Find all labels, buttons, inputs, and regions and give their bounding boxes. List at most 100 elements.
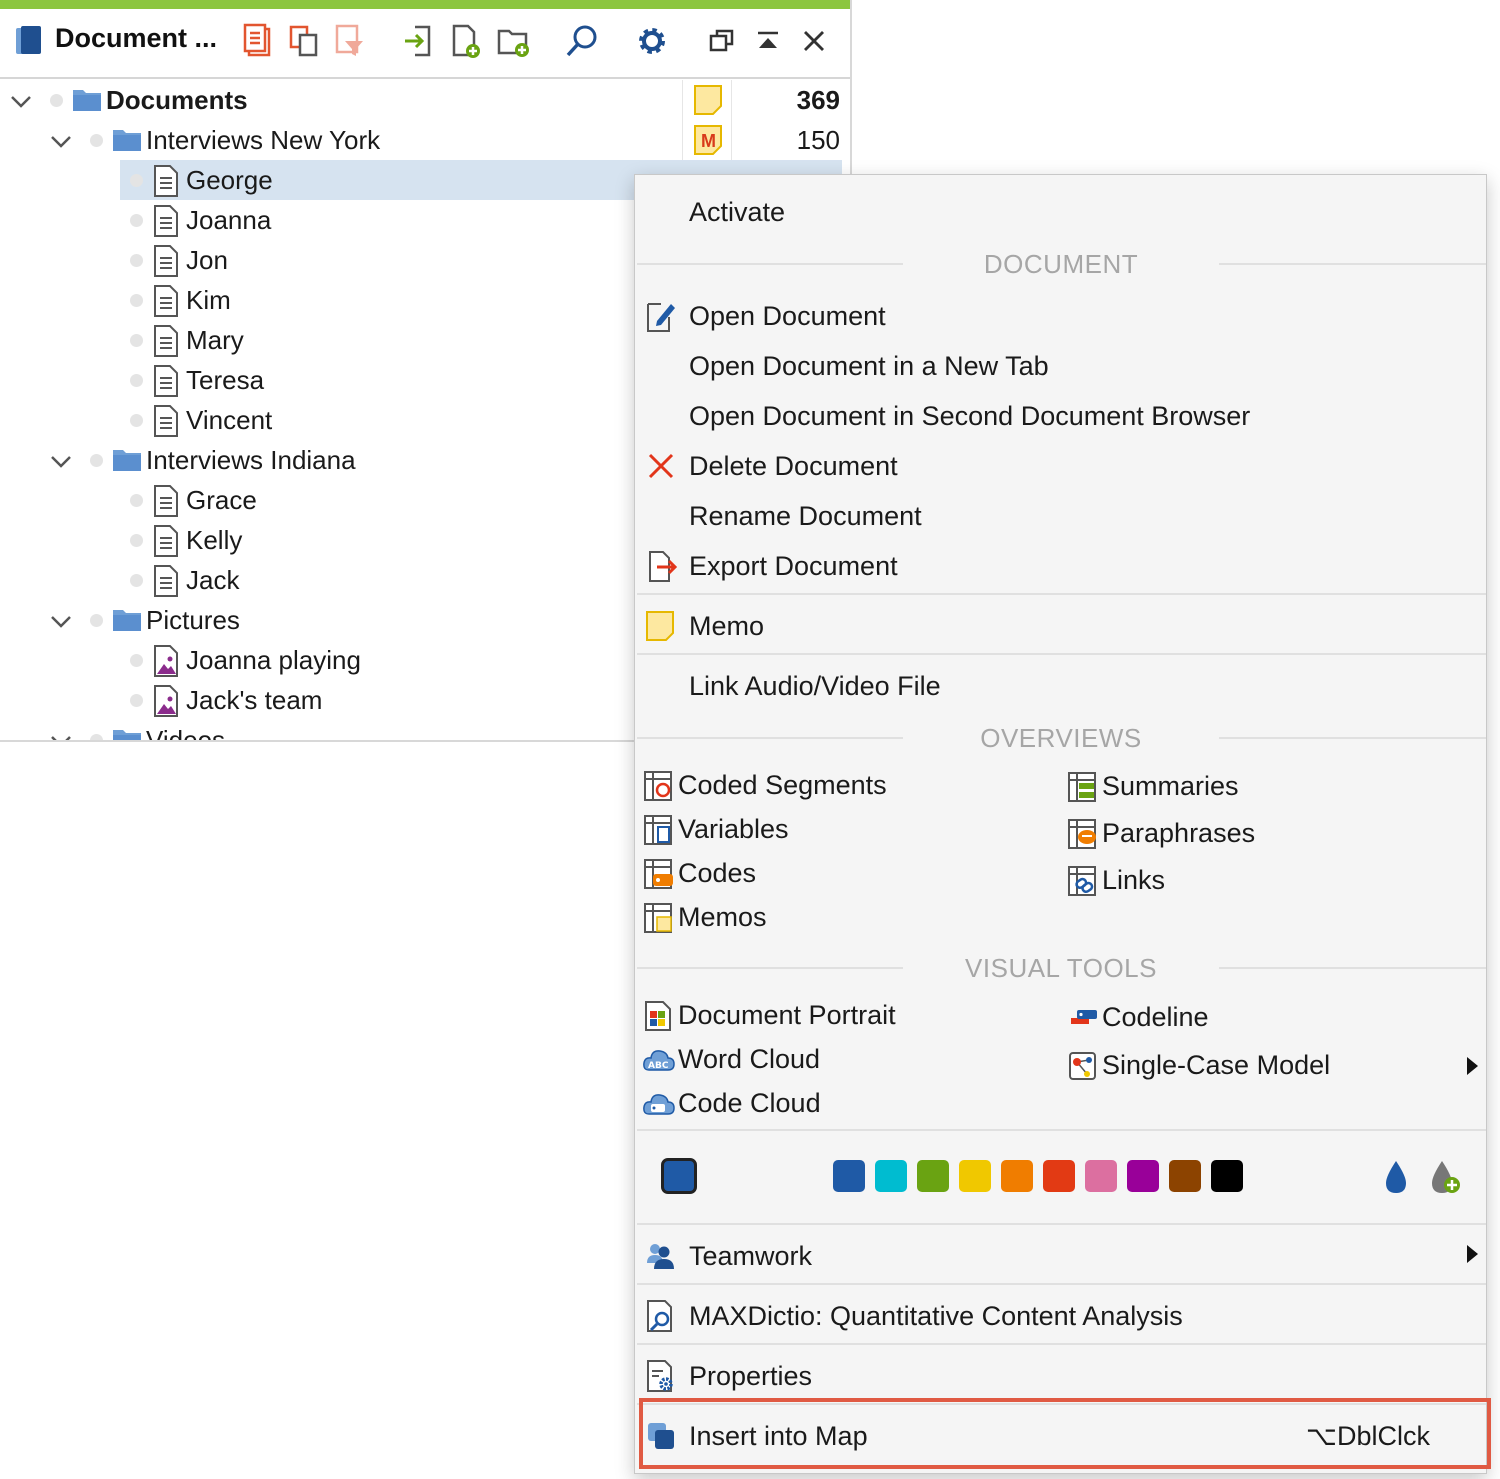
activation-dot[interactable]	[130, 574, 143, 587]
color-swatch[interactable]	[1001, 1160, 1033, 1192]
panel-title: Document ...	[55, 23, 218, 53]
menu-overview-summaries[interactable]: Summaries	[1067, 768, 1467, 808]
color-drop-icon[interactable]	[1381, 1158, 1411, 1196]
activation-dot[interactable]	[90, 134, 103, 147]
folder-icon	[113, 610, 141, 631]
menu-overview-paraphrases[interactable]: Paraphrases	[1067, 815, 1467, 855]
menu-item-label: Codeline	[1102, 1002, 1209, 1032]
menu-activate[interactable]: Activate	[635, 189, 1486, 235]
activation-dot[interactable]	[130, 334, 143, 347]
menu-open-document[interactable]: Open Document	[635, 293, 1486, 339]
menu-item-label: MAXDictio: Quantitative Content Analysis	[689, 1301, 1183, 1331]
menu-overview-coded-segments[interactable]: Coded Segments	[643, 767, 1043, 807]
tree-folder-interviews-new-york[interactable]: Interviews New York M 150	[0, 120, 850, 160]
copy-documents-icon[interactable]	[284, 21, 324, 61]
tree-label: Teresa	[186, 365, 265, 395]
chevron-down-icon[interactable]	[48, 728, 74, 742]
tree-label: Interviews Indiana	[146, 445, 356, 475]
activation-dot[interactable]	[130, 694, 143, 707]
close-icon[interactable]	[794, 21, 834, 61]
menu-open-new-tab[interactable]: Open Document in a New Tab	[635, 343, 1486, 389]
activation-dot[interactable]	[90, 614, 103, 627]
color-swatch[interactable]	[959, 1160, 991, 1192]
activation-dot[interactable]	[130, 254, 143, 267]
maximize-icon[interactable]	[748, 21, 788, 61]
memo-icon[interactable]	[693, 84, 723, 116]
color-swatch[interactable]	[917, 1160, 949, 1192]
highlight-box	[639, 1398, 1491, 1469]
activation-dot[interactable]	[130, 294, 143, 307]
menu-export-document[interactable]: Export Document	[635, 543, 1486, 589]
activation-dot[interactable]	[90, 734, 103, 740]
toolbar: Document ...	[0, 9, 850, 79]
activation-dot[interactable]	[90, 454, 103, 467]
tree-label: Videos	[146, 725, 226, 742]
menu-single-case-model[interactable]: Single-Case Model	[1067, 1047, 1467, 1087]
menu-word-cloud[interactable]: ABC Word Cloud	[643, 1041, 1043, 1081]
properties-gear-icon	[647, 1360, 673, 1392]
color-swatch[interactable]	[1085, 1160, 1117, 1192]
tree-label: Grace	[186, 485, 257, 515]
menu-item-label: Codes	[678, 858, 757, 888]
color-swatch[interactable]	[1211, 1160, 1243, 1192]
menu-overview-memos[interactable]: Memos	[643, 899, 1043, 939]
activation-dot[interactable]	[130, 494, 143, 507]
section-header-document: DOCUMENT	[635, 249, 1486, 279]
menu-properties[interactable]: Properties	[635, 1353, 1486, 1399]
folder-icon	[73, 90, 101, 111]
activation-dot[interactable]	[130, 214, 143, 227]
chevron-down-icon[interactable]	[48, 608, 74, 634]
coded-segments-table-icon	[644, 771, 672, 801]
activation-dot[interactable]	[50, 94, 63, 107]
tree-label: Kim	[186, 285, 231, 315]
menu-link-audio-video[interactable]: Link Audio/Video File	[635, 663, 1486, 709]
new-document-icon[interactable]	[446, 21, 486, 61]
chevron-down-icon[interactable]	[48, 128, 74, 154]
color-swatch[interactable]	[1043, 1160, 1075, 1192]
tree-label: Interviews New York	[146, 125, 381, 155]
menu-item-label: Properties	[689, 1361, 813, 1391]
filter-icon[interactable]	[330, 21, 370, 61]
chevron-down-icon[interactable]	[8, 88, 34, 114]
memo-m-icon[interactable]: M	[693, 124, 723, 156]
menu-memo[interactable]: Memo	[635, 603, 1486, 649]
menu-code-cloud[interactable]: Code Cloud	[643, 1085, 1043, 1125]
menu-delete-document[interactable]: Delete Document	[635, 443, 1486, 489]
activation-dot[interactable]	[130, 534, 143, 547]
export-icon	[649, 551, 677, 582]
color-swatch[interactable]	[875, 1160, 907, 1192]
activation-dot[interactable]	[130, 414, 143, 427]
color-swatch[interactable]	[1169, 1160, 1201, 1192]
menu-overview-variables[interactable]: Variables	[643, 811, 1043, 851]
menu-item-label: Coded Segments	[678, 770, 887, 800]
menu-codeline[interactable]: Codeline	[1067, 999, 1467, 1039]
menu-open-second-browser[interactable]: Open Document in Second Document Browser	[635, 393, 1486, 439]
activation-dot[interactable]	[130, 374, 143, 387]
search-icon[interactable]	[562, 21, 602, 61]
menu-document-portrait[interactable]: Document Portrait	[643, 997, 1043, 1037]
import-icon[interactable]	[398, 21, 438, 61]
menu-item-label: Memo	[689, 611, 765, 641]
tree-label: Joanna playing	[186, 645, 361, 675]
activation-dot[interactable]	[130, 654, 143, 667]
float-window-icon[interactable]	[702, 21, 742, 61]
settings-gear-icon[interactable]	[632, 21, 672, 61]
menu-rename-document[interactable]: Rename Document	[635, 493, 1486, 539]
menu-teamwork[interactable]: Teamwork	[635, 1233, 1486, 1279]
variables-table-icon	[644, 815, 672, 845]
activation-dot[interactable]	[130, 174, 143, 187]
color-swatch[interactable]	[1127, 1160, 1159, 1192]
tree-root-documents[interactable]: Documents 369	[0, 80, 850, 120]
custom-color-add-icon[interactable]	[1429, 1158, 1463, 1196]
code-cloud-icon	[643, 1094, 675, 1115]
color-swatch[interactable]	[833, 1160, 865, 1192]
menu-overview-codes[interactable]: Codes	[643, 855, 1043, 895]
activate-all-icon[interactable]	[238, 21, 278, 61]
menu-maxdictio[interactable]: MAXDictio: Quantitative Content Analysis	[635, 1293, 1486, 1339]
tree-label: George	[186, 165, 273, 195]
chevron-down-icon[interactable]	[48, 448, 74, 474]
menu-item-label: Open Document in a New Tab	[689, 351, 1049, 381]
current-color-swatch[interactable]	[661, 1158, 697, 1194]
new-folder-icon[interactable]	[494, 21, 534, 61]
menu-overview-links[interactable]: Links	[1067, 862, 1467, 902]
